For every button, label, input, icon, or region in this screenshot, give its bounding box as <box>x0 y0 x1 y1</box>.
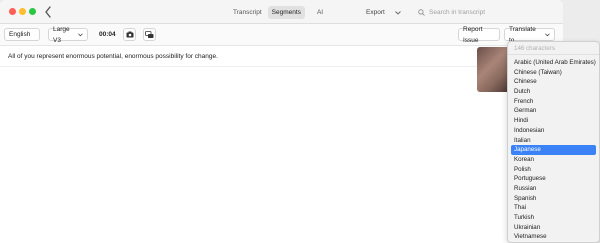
language-option[interactable]: Vietnamese <box>508 232 599 242</box>
language-option[interactable]: Spanish <box>508 194 599 204</box>
language-option[interactable]: Thai <box>508 203 599 213</box>
language-option[interactable]: Portuguese <box>508 174 599 184</box>
back-chevron-icon[interactable] <box>43 5 53 19</box>
export-button[interactable]: Export <box>362 6 405 19</box>
tab-segments[interactable]: Segments <box>267 6 305 19</box>
language-option[interactable]: Chinese (Taiwan) <box>508 68 599 78</box>
language-option[interactable]: Arabic (United Arab Emirates) <box>508 58 599 68</box>
language-option[interactable]: French <box>508 97 599 107</box>
language-option[interactable]: Polish <box>508 165 599 175</box>
chat-bubbles-button[interactable] <box>143 28 156 41</box>
playback-time: 00:04 <box>99 31 116 38</box>
chevron-down-icon <box>34 34 35 35</box>
model-label: Large V3 <box>53 25 70 44</box>
character-count: 146 characters <box>508 42 599 55</box>
search-placeholder: Search in transcript <box>429 9 485 16</box>
model-select[interactable]: Large V3 <box>48 26 88 44</box>
tab-transcript[interactable]: Transcript <box>229 6 266 19</box>
segment-text: All of you represent enormous potential,… <box>8 53 218 60</box>
language-label: English <box>9 31 31 38</box>
app-window: Transcript Segments AI Export Search in … <box>0 0 563 243</box>
language-option[interactable]: Japanese <box>511 145 596 155</box>
chevron-down-icon <box>394 10 401 15</box>
language-list: Arabic (United Arab Emirates) Chinese (Ta… <box>508 55 599 242</box>
report-issue-label: Report Issue <box>463 25 483 44</box>
camera-button[interactable] <box>123 28 136 41</box>
search-field[interactable]: Search in transcript <box>414 6 558 19</box>
language-select[interactable]: English <box>4 28 40 41</box>
translate-language-menu: 146 characters Arabic (United Arab Emira… <box>507 41 600 243</box>
chevron-down-icon <box>545 33 550 36</box>
chevron-down-icon <box>78 33 83 36</box>
minimize-window-button[interactable] <box>19 8 26 15</box>
search-icon <box>418 9 425 16</box>
language-option[interactable]: German <box>508 106 599 116</box>
export-label: Export <box>366 9 385 16</box>
title-bar: Transcript Segments AI Export Search in … <box>0 0 563 24</box>
zoom-window-button[interactable] <box>29 8 36 15</box>
view-tabs: Transcript Segments AI <box>229 6 327 19</box>
language-option[interactable]: Indonesian <box>508 126 599 136</box>
camera-icon <box>126 31 133 38</box>
language-option[interactable]: Italian <box>508 136 599 146</box>
language-option[interactable]: Russian <box>508 184 599 194</box>
close-window-button[interactable] <box>9 8 16 15</box>
language-option[interactable]: Korean <box>508 155 599 165</box>
language-option[interactable]: Chinese <box>508 77 599 87</box>
chat-bubbles-icon <box>145 30 154 38</box>
language-option[interactable]: Turkish <box>508 213 599 223</box>
report-issue-button[interactable]: Report Issue <box>458 26 500 44</box>
language-option[interactable]: Dutch <box>508 87 599 97</box>
toolbar: English Large V3 00:04 Report Issue Tran… <box>0 24 563 46</box>
tab-ai[interactable]: AI <box>313 6 327 19</box>
language-option[interactable]: Hindi <box>508 116 599 126</box>
language-option[interactable]: Ukrainian <box>508 223 599 233</box>
translate-to-button[interactable]: Translate to... <box>504 26 555 44</box>
